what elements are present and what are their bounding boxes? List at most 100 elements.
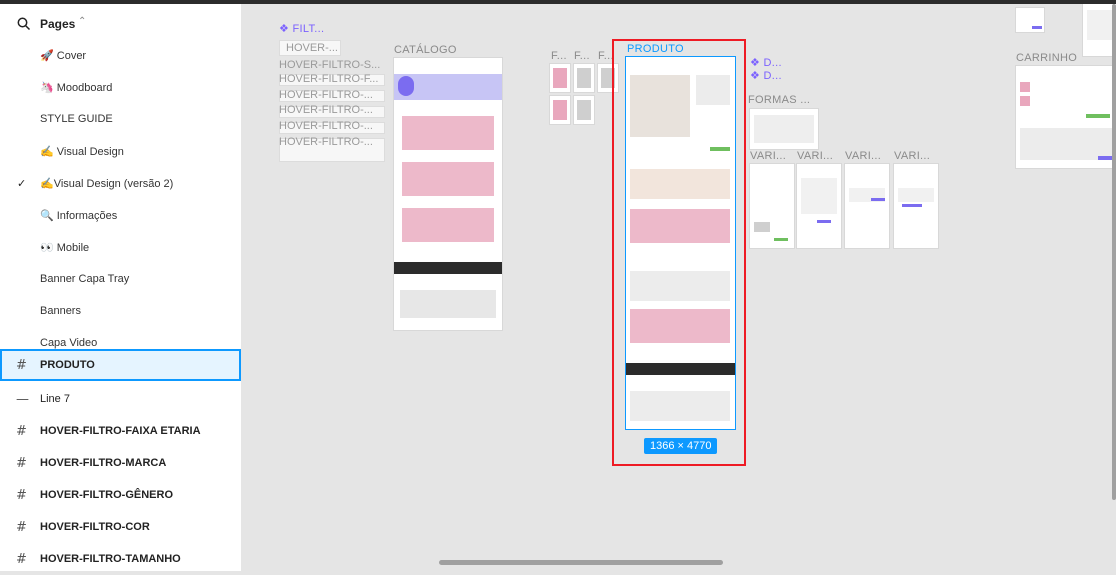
layer-item-label: HOVER-FILTRO-COR xyxy=(40,521,150,533)
layer-item-label: HOVER-FILTRO-GÊNERO xyxy=(40,489,174,501)
vari-frame-thumb[interactable] xyxy=(845,164,889,248)
horizontal-scrollbar[interactable] xyxy=(439,560,723,565)
frame-label-hover-2[interactable]: HOVER-FILTRO-S... xyxy=(279,59,380,71)
vari-button xyxy=(902,204,922,207)
layer-item-produto[interactable]: # PRODUTO xyxy=(0,349,241,381)
catalogo-product-row xyxy=(402,162,494,196)
page-item-style-guide[interactable]: STYLE GUIDE xyxy=(0,104,241,136)
checkmark-icon: ✓ xyxy=(17,178,27,190)
vari-image xyxy=(754,222,770,232)
f-frame-image xyxy=(553,68,567,88)
page-item-label: 👀 Mobile xyxy=(40,242,90,254)
vari-frame-thumb[interactable] xyxy=(797,164,841,248)
page-item-visual-design[interactable]: ✍️ Visual Design xyxy=(0,136,241,168)
layer-item-hover-filtro-cor[interactable]: # HOVER-FILTRO-COR xyxy=(0,511,241,543)
carrinho-item-image xyxy=(1020,96,1030,106)
frame-label-f1[interactable]: F... xyxy=(551,50,567,62)
carrinho-checkout-button xyxy=(1086,114,1110,118)
page-item-banners[interactable]: Banners xyxy=(0,296,241,328)
design-canvas[interactable]: ❖ FILT... HOVER-... HOVER-FILTRO-S... HO… xyxy=(241,4,1116,571)
f-frame-image xyxy=(553,100,567,120)
produto-colors-section xyxy=(630,169,730,199)
page-item-label: 🚀 Cover xyxy=(40,50,87,62)
frame-icon: # xyxy=(16,488,27,503)
catalogo-product-row xyxy=(402,208,494,242)
vari-button xyxy=(817,220,831,223)
frame-label-formas[interactable]: FORMAS ... xyxy=(748,94,810,106)
produto-dark-banner xyxy=(626,363,735,375)
frame-icon: # xyxy=(16,358,27,373)
catalogo-frame-thumb[interactable] xyxy=(394,58,502,330)
page-item-informacoes[interactable]: 🔍 Informações xyxy=(0,200,241,232)
layer-item-label: HOVER-FILTRO-TAMANHO xyxy=(40,553,181,565)
frame-label-catalogo[interactable]: CATÁLOGO xyxy=(394,44,457,56)
produto-related-row xyxy=(630,209,730,243)
pages-header[interactable]: Pages ⌃ xyxy=(0,12,241,36)
page-item-label: ✍️Visual Design (versão 2) xyxy=(40,178,174,190)
f-frame-thumb[interactable] xyxy=(550,96,570,124)
vari-button xyxy=(774,238,788,241)
page-item-visual-design-v2[interactable]: ✓ ✍️Visual Design (versão 2) xyxy=(0,168,241,200)
frame-label-vari-1[interactable]: VARI... xyxy=(750,150,786,162)
vari-table xyxy=(801,178,837,214)
carrinho-social-icons xyxy=(1098,156,1112,160)
frame-icon: # xyxy=(16,456,27,471)
f-frame-image xyxy=(577,100,591,120)
carrinho-item-image xyxy=(1020,82,1030,92)
partial-frame-content xyxy=(1087,10,1113,40)
dimensions-badge: 1366 × 4770 xyxy=(644,438,718,454)
component-label-d2[interactable]: ❖ D... xyxy=(750,69,782,82)
layer-item-label: HOVER-FILTRO-FAIXA ETARIA xyxy=(40,425,201,437)
layer-item-label: Line 7 xyxy=(40,393,70,405)
page-item-label: ✍️ Visual Design xyxy=(40,146,124,158)
page-item-mobile[interactable]: 👀 Mobile xyxy=(0,232,241,264)
partial-frame-button xyxy=(1032,26,1042,29)
vari-frame-thumb[interactable] xyxy=(894,164,938,248)
frame-label-vari-2[interactable]: VARI... xyxy=(797,150,833,162)
f-frame-thumb[interactable] xyxy=(574,96,594,124)
layer-item-hover-filtro-tamanho[interactable]: # HOVER-FILTRO-TAMANHO xyxy=(0,543,241,575)
frame-label-vari-3[interactable]: VARI... xyxy=(845,150,881,162)
formas-content xyxy=(754,115,814,143)
chevron-up-icon[interactable]: ⌃ xyxy=(78,16,86,27)
component-label-d1[interactable]: ❖ D... xyxy=(750,56,782,69)
frame-label-hover-6[interactable]: HOVER-FILTRO-... xyxy=(279,120,373,132)
layer-item-hover-filtro-faixa-etaria[interactable]: # HOVER-FILTRO-FAIXA ETARIA xyxy=(0,415,241,447)
catalogo-dark-banner xyxy=(394,262,502,274)
page-item-label: Capa Video xyxy=(40,337,98,349)
produto-frame-thumb[interactable] xyxy=(626,57,735,429)
frame-label-produto[interactable]: PRODUTO xyxy=(627,43,684,55)
page-item-label: STYLE GUIDE xyxy=(40,113,113,125)
page-item-cover[interactable]: 🚀 Cover xyxy=(0,40,241,72)
partial-frame-thumb[interactable] xyxy=(1016,8,1044,32)
search-icon[interactable] xyxy=(16,16,32,32)
vari-frame-thumb[interactable] xyxy=(750,164,794,248)
frame-label-hover-4[interactable]: HOVER-FILTRO-... xyxy=(279,89,373,101)
frame-label-hover-5[interactable]: HOVER-FILTRO-... xyxy=(279,104,373,116)
vari-button xyxy=(871,198,885,201)
produto-buy-button xyxy=(710,147,730,151)
page-item-label: 🦄 Moodboard xyxy=(40,82,113,94)
component-label-filt[interactable]: ❖ FILT... xyxy=(279,22,324,35)
page-item-banner-capa-tray[interactable]: Banner Capa Tray xyxy=(0,264,241,296)
layer-item-hover-filtro-genero[interactable]: # HOVER-FILTRO-GÊNERO xyxy=(0,479,241,511)
formas-frame-thumb[interactable] xyxy=(750,109,818,149)
frame-label-hover-7[interactable]: HOVER-FILTRO-... xyxy=(279,136,373,148)
f-frame-thumb[interactable] xyxy=(550,64,570,92)
f-frame-thumb[interactable] xyxy=(574,64,594,92)
layer-item-line-7[interactable]: — Line 7 xyxy=(0,383,241,415)
frame-label-carrinho[interactable]: CARRINHO xyxy=(1016,52,1077,64)
frame-label-f2[interactable]: F... xyxy=(574,50,590,62)
frame-label-hover-3[interactable]: HOVER-FILTRO-F... xyxy=(279,73,378,85)
pages-title: Pages xyxy=(40,17,76,31)
page-item-moodboard[interactable]: 🦄 Moodboard xyxy=(0,72,241,104)
layer-item-label: HOVER-FILTRO-MARCA xyxy=(40,457,167,469)
frame-label-vari-4[interactable]: VARI... xyxy=(894,150,930,162)
page-item-label: Banners xyxy=(40,305,81,317)
carrinho-frame-thumb[interactable] xyxy=(1016,66,1116,168)
line-icon: — xyxy=(16,392,29,407)
vertical-scrollbar[interactable] xyxy=(1112,4,1116,500)
frame-label-hover-1[interactable]: HOVER-... xyxy=(286,42,338,54)
layer-item-hover-filtro-marca[interactable]: # HOVER-FILTRO-MARCA xyxy=(0,447,241,479)
page-item-label: Banner Capa Tray xyxy=(40,273,130,285)
